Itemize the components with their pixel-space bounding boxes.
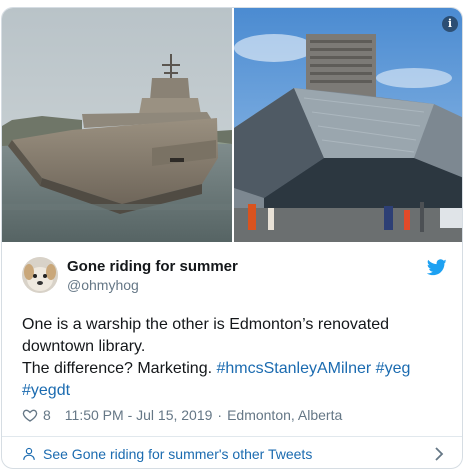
like-count[interactable]: 8: [43, 407, 51, 423]
twitter-bird-icon[interactable]: [427, 259, 447, 276]
hashtag-link[interactable]: #yeg: [376, 360, 411, 377]
chevron-right-icon[interactable]: [434, 447, 444, 461]
display-name[interactable]: Gone riding for summer: [67, 258, 238, 275]
embedded-tweet-card: i Gone riding for summer @ohmyhog One is…: [1, 7, 463, 469]
hashtag-link[interactable]: #hmcsStanleyAMilner: [216, 360, 371, 377]
info-icon[interactable]: i: [442, 16, 458, 32]
tweet-text: One is a warship the other is Edmonton’s…: [22, 314, 442, 402]
tweet-meta: 8 11:50 PM - Jul 15, 2019 · Edmonton, Al…: [22, 406, 342, 424]
tweet-text-line: downtown library.: [22, 338, 146, 355]
user-handle[interactable]: @ohmyhog: [67, 277, 139, 293]
tweet-location[interactable]: Edmonton, Alberta: [227, 407, 342, 423]
other-tweets-label[interactable]: See Gone riding for summer's other Tweet…: [43, 446, 312, 462]
tweet-timestamp[interactable]: 11:50 PM - Jul 15, 2019: [65, 407, 213, 423]
meta-separator: ·: [217, 407, 223, 423]
tweet-text-line: #yegdt: [22, 380, 442, 402]
person-icon: [23, 447, 35, 460]
hashtag-link[interactable]: #yegdt: [22, 382, 70, 399]
other-tweets-link[interactable]: See Gone riding for summer's other Tweet…: [2, 437, 462, 468]
tweet-header: Gone riding for summer @ohmyhog: [22, 257, 447, 297]
tweet-text-segment: The difference? Marketing.: [22, 360, 217, 377]
tweet-text-line: One is a warship the other is Edmonton’s…: [22, 316, 390, 333]
tweet-media[interactable]: i: [2, 8, 462, 242]
avatar[interactable]: [22, 257, 58, 293]
heart-icon[interactable]: [22, 407, 38, 423]
library-photo[interactable]: [234, 8, 462, 242]
tweet-text-line: The difference? Marketing. #hmcsStanleyA…: [22, 358, 442, 380]
warship-photo[interactable]: [2, 8, 232, 242]
